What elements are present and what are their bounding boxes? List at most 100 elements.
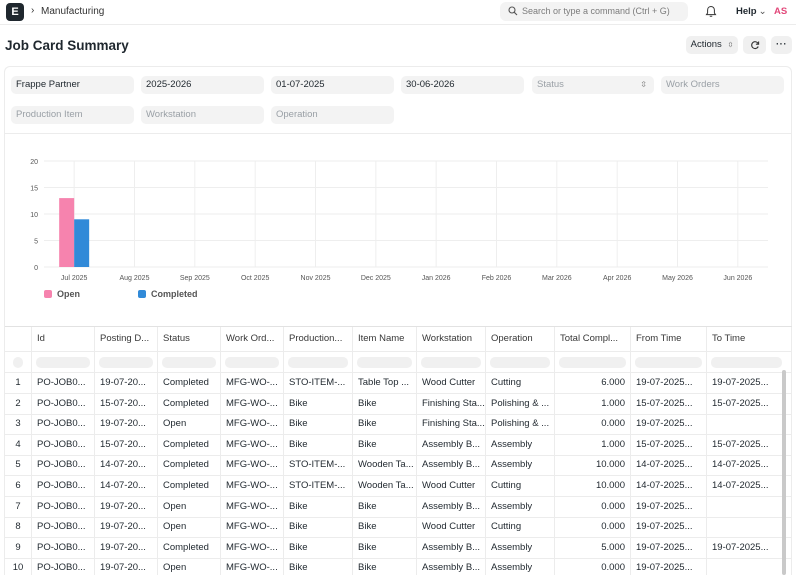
column-filter-input[interactable]	[36, 357, 90, 368]
column-filter-cell	[352, 352, 416, 372]
table-row[interactable]: 8 PO-JOB0... 19-07-20... Open MFG-WO-... Bike…	[5, 517, 792, 539]
column-filter-input[interactable]	[13, 357, 23, 368]
legend-open[interactable]: Open	[44, 289, 80, 299]
help-dropdown[interactable]: Help ⌄	[736, 6, 767, 17]
column-filter-input[interactable]	[635, 357, 702, 368]
workstation-filter[interactable]: Workstation	[141, 106, 264, 124]
table-row[interactable]: 4 PO-JOB0... 15-07-20... Completed MFG-WO-..…	[5, 434, 792, 456]
column-filter-input[interactable]	[421, 357, 481, 368]
table-scrollbar[interactable]	[782, 370, 786, 575]
refresh-button[interactable]	[743, 36, 766, 54]
table-cell: PO-JOB0...	[31, 496, 94, 517]
table-row[interactable]: 6 PO-JOB0... 14-07-20... Completed MFG-WO-..…	[5, 476, 792, 497]
row-index: 4	[15, 438, 21, 450]
production-item-filter[interactable]: Production Item	[11, 106, 134, 124]
table-cell: 15-07-2025...	[706, 434, 786, 455]
table-row[interactable]: 5 PO-JOB0... 14-07-20... Completed MFG-WO-..…	[5, 455, 792, 477]
column-filter-input[interactable]	[99, 357, 153, 368]
table-cell: 0.000	[554, 496, 630, 517]
column-filter-input[interactable]	[711, 357, 782, 368]
column-header[interactable]: Posting D...	[94, 327, 157, 351]
to-date-filter[interactable]: 30-06-2026	[401, 76, 524, 94]
bell-icon[interactable]	[705, 5, 717, 18]
table-row[interactable]: 9 PO-JOB0... 19-07-20... Completed MFG-WO-..…	[5, 537, 792, 559]
table-cell: PO-JOB0...	[31, 373, 94, 393]
table-cell: 19-07-2025...	[630, 373, 706, 393]
table-cell: MFG-WO-...	[220, 434, 283, 455]
y-tick-label: 15	[30, 186, 38, 193]
table-cell: Assembly B...	[416, 537, 485, 558]
table-cell: 15-07-20...	[94, 434, 157, 455]
table-row[interactable]: 10 PO-JOB0... 19-07-20... Open MFG-WO-... Bik…	[5, 558, 792, 575]
column-header[interactable]: Item Name	[352, 327, 416, 351]
fiscal-year-filter[interactable]: 2025-2026	[141, 76, 264, 94]
legend-completed[interactable]: Completed	[138, 289, 198, 299]
row-index: 7	[15, 500, 21, 512]
column-header[interactable]: Status	[157, 327, 220, 351]
column-header[interactable]: Workstation	[416, 327, 485, 351]
table-cell: 19-07-20...	[94, 537, 157, 558]
table-cell: Assembly	[485, 455, 554, 476]
table-row[interactable]: 7 PO-JOB0... 19-07-20... Open MFG-WO-... Bike…	[5, 496, 792, 518]
more-options-button[interactable]: ···	[771, 36, 792, 54]
x-tick-label: Aug 2025	[120, 275, 150, 282]
column-header[interactable]: From Time	[630, 327, 706, 351]
work-orders-filter[interactable]: Work Orders	[661, 76, 784, 94]
table-cell: 14-07-20...	[94, 476, 157, 496]
column-header[interactable]: To Time	[706, 327, 786, 351]
column-header[interactable]: Production...	[283, 327, 352, 351]
table-cell: Bike	[283, 537, 352, 558]
table-cell: Finishing Sta...	[416, 414, 485, 435]
table-cell	[706, 414, 786, 435]
search-bar[interactable]: Search or type a command (Ctrl + G)	[500, 2, 688, 21]
y-tick-label: 5	[34, 239, 38, 246]
row-index-header	[5, 327, 31, 351]
table-cell: 10.000	[554, 476, 630, 496]
legend-label-open: Open	[57, 289, 81, 299]
app-logo[interactable]: E	[6, 3, 24, 21]
column-filter-input[interactable]	[559, 357, 626, 368]
table-cell: Finishing Sta...	[416, 393, 485, 414]
x-tick-label: Oct 2025	[241, 275, 270, 282]
column-filter-input[interactable]	[288, 357, 348, 368]
select-arrows-icon: ⇳	[727, 42, 734, 49]
table-cell: 19-07-2025...	[706, 537, 786, 558]
column-filter-cell	[554, 352, 630, 372]
column-filter-input[interactable]	[490, 357, 550, 368]
column-filter-cell	[416, 352, 485, 372]
table-cell: 15-07-2025...	[706, 393, 786, 414]
actions-button[interactable]: Actions ⇳	[686, 36, 738, 54]
column-filter-input[interactable]	[357, 357, 412, 368]
table-cell: Assembly B...	[416, 558, 485, 575]
column-header[interactable]: Operation	[485, 327, 554, 351]
search-input[interactable]: Search or type a command (Ctrl + G)	[522, 6, 670, 16]
table-cell: Wood Cutter	[416, 476, 485, 496]
table-cell: Assembly B...	[416, 455, 485, 476]
x-tick-label: Jul 2025	[61, 275, 88, 282]
column-header[interactable]: Id	[31, 327, 94, 351]
column-header[interactable]: Total Compl...	[554, 327, 630, 351]
breadcrumb-manufacturing[interactable]: Manufacturing	[41, 6, 104, 17]
column-header[interactable]: Work Ord...	[220, 327, 283, 351]
table-cell: Completed	[157, 434, 220, 455]
table-cell: 0.000	[554, 517, 630, 538]
column-filter-input[interactable]	[162, 357, 216, 368]
table-row[interactable]: 1 PO-JOB0... 19-07-20... Completed MFG-WO-..…	[5, 373, 792, 394]
company-filter[interactable]: Frappe Partner	[11, 76, 134, 94]
status-select[interactable]: Status ⇳	[532, 76, 654, 94]
table-cell: Completed	[157, 455, 220, 476]
table-row[interactable]: 2 PO-JOB0... 15-07-20... Completed MFG-WO-..…	[5, 393, 792, 415]
avatar[interactable]: AS	[774, 6, 787, 17]
table-cell: 19-07-2025...	[630, 414, 706, 435]
table-cell: Cutting	[485, 373, 554, 393]
table-cell: Polishing & ...	[485, 414, 554, 435]
operation-filter[interactable]: Operation	[271, 106, 394, 124]
table-cell: 19-07-2025...	[630, 537, 706, 558]
row-index: 3	[15, 418, 21, 430]
row-index: 1	[15, 377, 21, 388]
table-row[interactable]: 3 PO-JOB0... 19-07-20... Open MFG-WO-... Bike…	[5, 414, 792, 436]
table-cell: 19-07-20...	[94, 558, 157, 575]
from-date-filter[interactable]: 01-07-2025	[271, 76, 394, 94]
column-filter-input[interactable]	[225, 357, 279, 368]
table-cell: STO-ITEM-...	[283, 476, 352, 496]
